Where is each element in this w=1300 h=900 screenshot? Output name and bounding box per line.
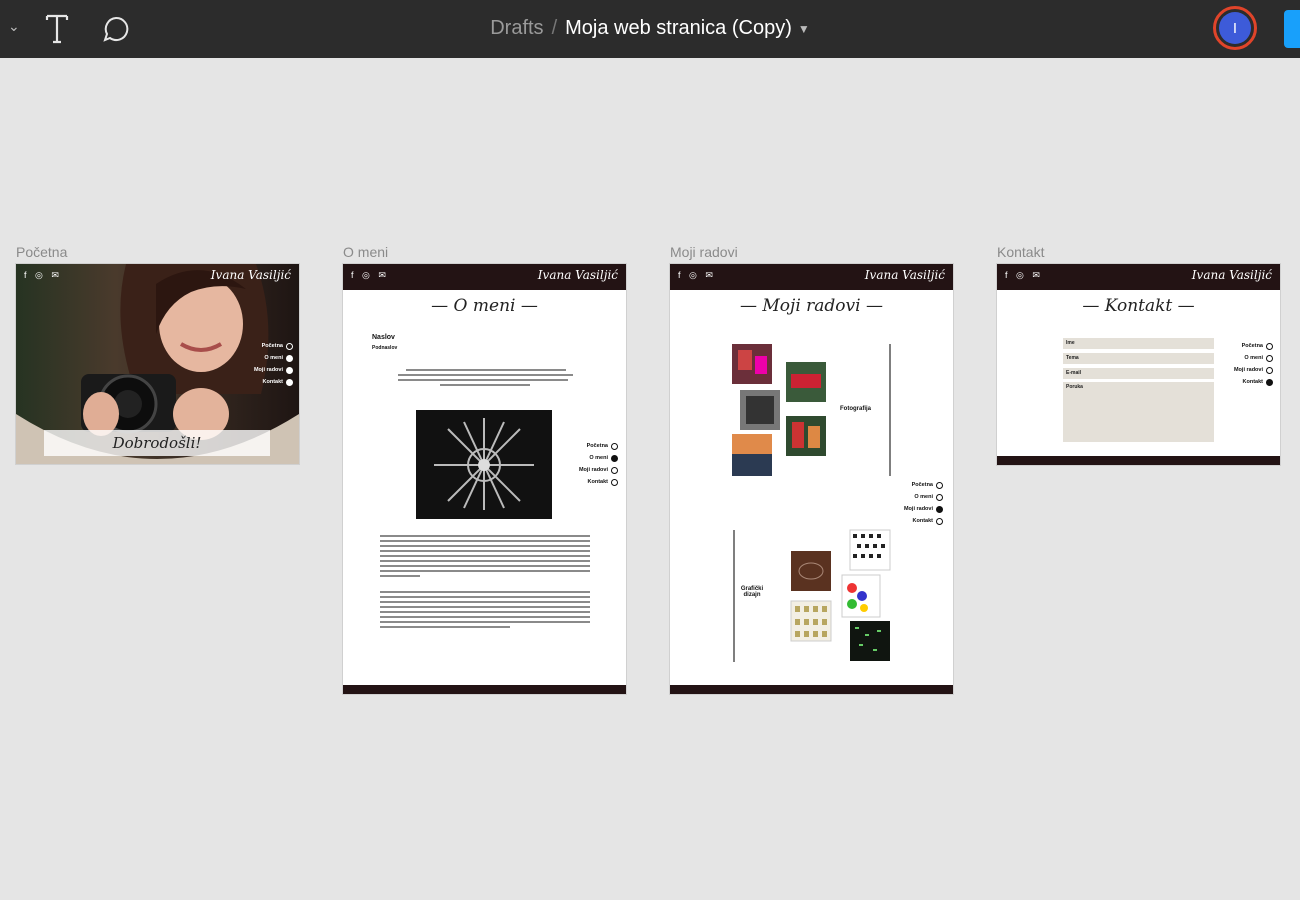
file-menu-caret-icon[interactable]: ▼ <box>798 22 810 36</box>
bio-subtitle: Podnaslov <box>372 345 398 351</box>
frame-label-kontakt[interactable]: Kontakt <box>997 244 1044 260</box>
quote-text <box>398 366 573 389</box>
side-nav: Početna O meni Moji radovi Kontakt <box>886 479 943 527</box>
site-signature: Ivana Vasiljić <box>1191 268 1272 282</box>
frame-kontakt[interactable]: f ◎ ✉ Ivana Vasiljić — Kontakt — Ime Tema… <box>997 264 1280 465</box>
breadcrumb: Drafts / Moja web stranica (Copy) ▼ <box>0 17 1300 40</box>
social-icons[interactable]: f ◎ ✉ <box>351 270 389 281</box>
frame-label-o-meni[interactable]: O meni <box>343 244 388 260</box>
welcome-banner: Dobrodošli! <box>44 430 270 456</box>
nav-item[interactable]: Početna <box>236 340 293 352</box>
category-graphic-design[interactable]: Grafički dizajn <box>734 586 770 598</box>
user-avatar[interactable]: I <box>1213 6 1257 50</box>
side-nav: Početna O meni Moji radovi Kontakt <box>561 440 618 488</box>
avatar-initial: I <box>1219 12 1251 44</box>
nav-item[interactable]: O meni <box>236 352 293 364</box>
frame-pocetna[interactable]: f ◎ ✉ Ivana Vasiljić Početna O meni Moji… <box>16 264 299 464</box>
frame-moji-radovi[interactable]: f ◎ ✉ Ivana Vasiljić — Moji radovi — Foto… <box>670 264 953 694</box>
category-photography[interactable]: Fotografija <box>840 406 871 412</box>
nav-item[interactable]: O meni <box>1216 352 1273 364</box>
nav-item[interactable]: Početna <box>886 479 943 491</box>
message-field[interactable]: Poruka <box>1063 382 1214 442</box>
nav-item[interactable]: Moji radovi <box>236 364 293 376</box>
frame-label-pocetna[interactable]: Početna <box>16 244 67 260</box>
site-signature: Ivana Vasiljić <box>210 268 291 282</box>
name-field[interactable]: Ime <box>1063 338 1214 349</box>
bio-title: Naslov <box>372 334 395 341</box>
section-heading: — Kontakt — <box>1082 296 1195 316</box>
share-button[interactable] <box>1284 10 1300 48</box>
nav-item[interactable]: Kontakt <box>561 476 618 488</box>
nav-item[interactable]: Moji radovi <box>886 503 943 515</box>
social-icons[interactable]: f ◎ ✉ <box>1005 270 1043 281</box>
bio-paragraph <box>380 532 590 631</box>
nav-item[interactable]: O meni <box>561 452 618 464</box>
side-nav: Početna O meni Moji radovi Kontakt <box>236 340 293 388</box>
nav-item[interactable]: Moji radovi <box>1216 364 1273 376</box>
breadcrumb-separator: / <box>551 17 558 39</box>
nav-item[interactable]: Kontakt <box>1216 376 1273 388</box>
nav-item[interactable]: Početna <box>1216 340 1273 352</box>
subject-field[interactable]: Tema <box>1063 353 1214 364</box>
frame-label-moji-radovi[interactable]: Moji radovi <box>670 244 738 260</box>
site-signature: Ivana Vasiljić <box>537 268 618 282</box>
nav-item[interactable]: Početna <box>561 440 618 452</box>
breadcrumb-drafts[interactable]: Drafts <box>490 17 543 39</box>
frame-o-meni[interactable]: f ◎ ✉ Ivana Vasiljić — O meni — Naslov Po… <box>343 264 626 694</box>
email-field[interactable]: E-mail <box>1063 368 1214 379</box>
nav-item[interactable]: Kontakt <box>236 376 293 388</box>
side-nav: Početna O meni Moji radovi Kontakt <box>1216 340 1273 388</box>
featured-photo <box>416 410 552 519</box>
nav-item[interactable]: Moji radovi <box>561 464 618 476</box>
nav-item[interactable]: Kontakt <box>886 515 943 527</box>
figma-toolbar: ⌄ Drafts / Moja web stranica (Copy) ▼ I <box>0 0 1300 58</box>
section-heading: — O meni — <box>431 296 538 316</box>
social-icons[interactable]: f ◎ ✉ <box>24 270 62 281</box>
file-name[interactable]: Moja web stranica (Copy) <box>565 17 792 39</box>
nav-item[interactable]: O meni <box>886 491 943 503</box>
